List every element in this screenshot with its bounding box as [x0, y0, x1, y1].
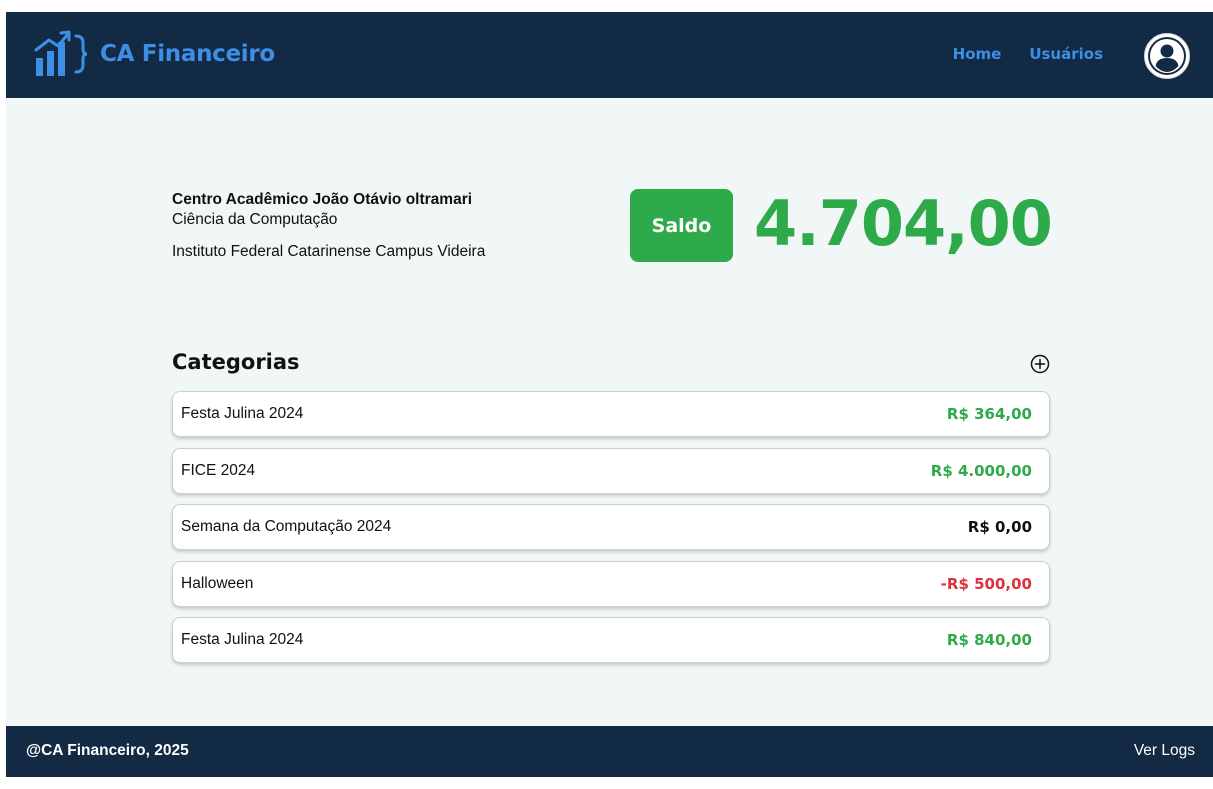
category-row[interactable]: Festa Julina 2024 R$ 840,00	[172, 617, 1050, 663]
organization-info: Centro Acadêmico João Otávio oltramari C…	[172, 190, 485, 262]
user-avatar-icon[interactable]	[1143, 32, 1191, 80]
footer: @CA Financeiro, 2025 Ver Logs	[6, 726, 1213, 777]
organization-name: Centro Acadêmico João Otávio oltramari	[172, 191, 473, 208]
category-row[interactable]: Halloween -R$ 500,00	[172, 560, 1050, 607]
organization-institute: Instituto Federal Catarinense Campus Vid…	[172, 243, 486, 260]
category-row[interactable]: Semana da Computação 2024 R$ 0,00	[172, 504, 1050, 550]
top-navbar: CA Financeiro Home Usuários	[6, 12, 1213, 98]
categories-list: Festa Julina 2024 R$ 364,00 FICE 2024 R$…	[172, 391, 1050, 674]
category-row[interactable]: Festa Julina 2024 R$ 364,00	[172, 391, 1050, 437]
categories-title: Categorias	[172, 350, 300, 374]
balance-label-badge: Saldo	[630, 189, 733, 262]
category-name: Semana da Computação 2024	[181, 518, 392, 535]
category-amount: R$ 0,00	[967, 518, 1032, 536]
organization-course: Ciência da Computação	[172, 211, 338, 228]
brand[interactable]: CA Financeiro	[34, 28, 275, 80]
category-amount: -R$ 500,00	[940, 574, 1032, 593]
nav-users-link[interactable]: Usuários	[1029, 45, 1103, 63]
app-frame: CA Financeiro Home Usuários Centro Acadê…	[6, 12, 1213, 777]
page: CA Financeiro Home Usuários Centro Acadê…	[0, 0, 1213, 789]
view-logs-link[interactable]: Ver Logs	[1134, 742, 1195, 760]
brand-name: CA Financeiro	[100, 41, 275, 67]
footer-copyright: @CA Financeiro, 2025	[26, 742, 189, 759]
logo-icon	[34, 30, 88, 76]
category-name: FICE 2024	[181, 461, 256, 479]
main-nav: Home Usuários	[953, 45, 1103, 63]
category-amount: R$ 4.000,00	[930, 461, 1032, 480]
category-amount: R$ 840,00	[946, 631, 1032, 649]
nav-home-link[interactable]: Home	[953, 45, 1002, 63]
category-name: Halloween	[181, 574, 254, 592]
balance-value: 4.704,00	[754, 187, 1053, 260]
category-row[interactable]: FICE 2024 R$ 4.000,00	[172, 447, 1050, 494]
category-name: Festa Julina 2024	[181, 405, 304, 422]
add-category-icon[interactable]	[1030, 354, 1050, 374]
category-amount: R$ 364,00	[946, 405, 1032, 423]
category-name: Festa Julina 2024	[181, 631, 304, 648]
